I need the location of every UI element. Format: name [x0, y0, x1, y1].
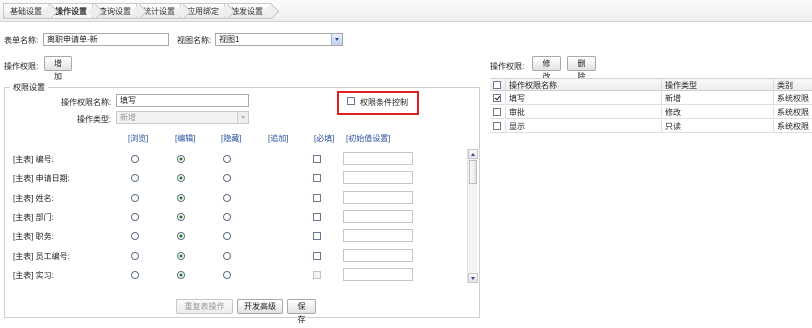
permission-row-label: [主表] 申请日期:: [13, 174, 70, 183]
browse-radio[interactable]: [131, 155, 139, 163]
fieldset-legend: 权限设置: [10, 82, 48, 93]
form-name-label: 表单名称:: [4, 36, 39, 45]
scroll-down-icon[interactable]: [468, 273, 478, 283]
browse-radio[interactable]: [131, 271, 139, 279]
permission-row-label: [主表] 部门:: [13, 213, 54, 222]
cell-type: 修改: [661, 106, 773, 119]
hide-radio[interactable]: [223, 174, 231, 182]
cell-name: 填写: [505, 92, 653, 105]
dev-advanced-button[interactable]: 开发高级: [237, 299, 283, 314]
cell-category: 系统权限: [773, 92, 812, 105]
edit-radio[interactable]: [177, 194, 185, 202]
op-type-value: 新增: [120, 113, 136, 122]
modify-button[interactable]: 修改: [532, 56, 561, 81]
perm-name-input[interactable]: 填写: [116, 94, 249, 107]
browse-radio[interactable]: [131, 213, 139, 221]
initial-value-input[interactable]: [343, 210, 413, 223]
view-name-value: 视图1: [219, 35, 240, 44]
select-all-checkbox[interactable]: [493, 81, 501, 89]
scroll-thumb[interactable]: [469, 160, 477, 184]
initial-value-input[interactable]: [343, 268, 413, 281]
initial-value-input[interactable]: [343, 229, 413, 242]
required-checkbox[interactable]: [313, 232, 321, 240]
hide-radio[interactable]: [223, 155, 231, 163]
permission-row-label: [主表] 实习:: [13, 271, 54, 280]
required-checkbox[interactable]: [313, 194, 321, 202]
scrollbar[interactable]: [467, 149, 478, 283]
browse-radio[interactable]: [131, 252, 139, 260]
header-op-type: 操作类型: [661, 79, 773, 92]
hide-radio[interactable]: [223, 252, 231, 260]
save-button[interactable]: 保存: [287, 299, 316, 324]
column-required[interactable]: [必填]: [314, 133, 334, 144]
permission-row-label: [主表] 职务:: [13, 232, 54, 241]
permission-table-header: 操作权限名称 操作类型 类别: [490, 78, 812, 92]
header-category: 类别: [773, 79, 812, 92]
column-edit[interactable]: [编辑]: [175, 133, 195, 144]
required-checkbox[interactable]: [313, 252, 321, 260]
initial-value-input[interactable]: [343, 171, 413, 184]
edit-radio[interactable]: [177, 155, 185, 163]
table-row[interactable]: 填写 新增 系统权限: [490, 92, 812, 105]
cell-category: 系统权限: [773, 106, 812, 119]
required-checkbox[interactable]: [313, 174, 321, 182]
permission-row-label: [主表] 编号:: [13, 155, 54, 164]
cell-name: 显示: [505, 120, 653, 133]
initial-value-input[interactable]: [343, 152, 413, 165]
cell-type: 只读: [661, 120, 773, 133]
permission-row-label: [主表] 姓名:: [13, 194, 54, 203]
column-hide[interactable]: [隐藏]: [221, 133, 241, 144]
form-name-input[interactable]: 离职申请单-新: [43, 33, 169, 46]
chevron-down-icon[interactable]: [331, 34, 342, 45]
initial-value-input[interactable]: [343, 249, 413, 262]
repeat-table-op-button: 重复表操作: [176, 299, 233, 314]
hide-radio[interactable]: [223, 271, 231, 279]
condition-control-checkbox[interactable]: [347, 97, 355, 105]
permission-row-label: [主表] 员工编号:: [13, 252, 70, 261]
required-checkbox: [313, 271, 321, 279]
required-checkbox[interactable]: [313, 155, 321, 163]
column-append[interactable]: [追加]: [268, 133, 288, 144]
hide-radio[interactable]: [223, 194, 231, 202]
tab-bar: 基础设置 操作设置 查询设置 统计设置 应用绑定 触发设置: [0, 0, 812, 22]
op-type-label: 操作类型:: [77, 115, 112, 124]
initial-value-input[interactable]: [343, 191, 413, 204]
cell-name: 审批: [505, 106, 653, 119]
browse-radio[interactable]: [131, 174, 139, 182]
column-initial-value[interactable]: [初始值设置]: [346, 133, 390, 144]
op-permission-label: 操作权限:: [4, 62, 39, 71]
row-checkbox[interactable]: [493, 108, 501, 116]
condition-control-label: 权限条件控制: [360, 98, 408, 107]
table-row[interactable]: 审批 修改 系统权限: [490, 106, 812, 119]
right-op-permission-label: 操作权限:: [490, 62, 525, 71]
perm-name-label: 操作权限名称:: [61, 98, 112, 107]
row-checkbox[interactable]: [493, 94, 501, 102]
browse-radio[interactable]: [131, 232, 139, 240]
view-name-select[interactable]: 视图1: [215, 33, 343, 46]
scroll-up-icon[interactable]: [468, 149, 478, 159]
edit-radio[interactable]: [177, 271, 185, 279]
edit-radio[interactable]: [177, 213, 185, 221]
edit-radio[interactable]: [177, 174, 185, 182]
edit-radio[interactable]: [177, 252, 185, 260]
table-row[interactable]: 显示 只读 系统权限: [490, 120, 812, 133]
row-checkbox[interactable]: [493, 122, 501, 130]
header-perm-name: 操作权限名称: [505, 79, 653, 92]
cell-type: 新增: [661, 92, 773, 105]
cell-category: 系统权限: [773, 120, 812, 133]
column-browse[interactable]: [浏览]: [128, 133, 148, 144]
browse-radio[interactable]: [131, 194, 139, 202]
chevron-down-icon: [237, 112, 248, 123]
edit-radio[interactable]: [177, 232, 185, 240]
view-name-label: 视图名称:: [177, 36, 212, 45]
add-button[interactable]: 增加: [44, 56, 72, 81]
op-type-select: 新增: [116, 111, 249, 124]
required-checkbox[interactable]: [313, 213, 321, 221]
hide-radio[interactable]: [223, 213, 231, 221]
hide-radio[interactable]: [223, 232, 231, 240]
tab-basic-settings[interactable]: 基础设置: [3, 3, 51, 19]
delete-button[interactable]: 删除: [567, 56, 596, 81]
